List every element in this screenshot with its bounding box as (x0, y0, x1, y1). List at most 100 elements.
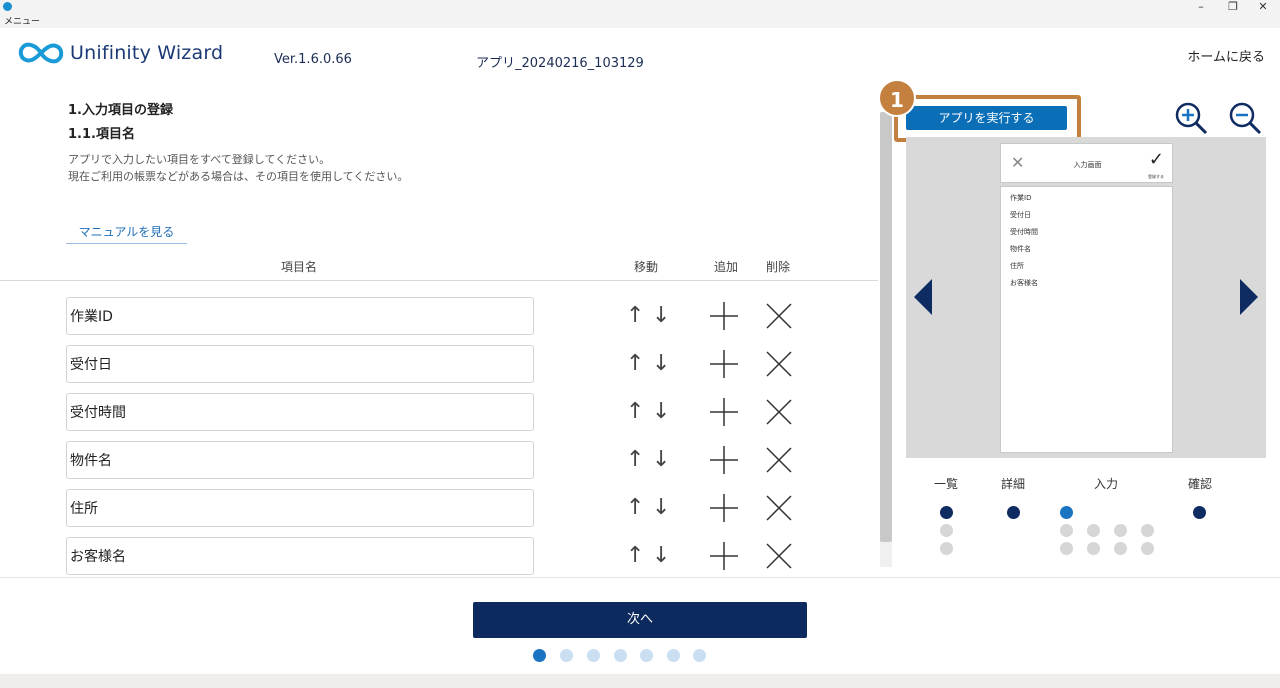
phone-check-label: 登録する (1148, 174, 1164, 179)
move-down-button[interactable]: ↓ (652, 303, 670, 329)
close-window-button[interactable]: ✕ (1248, 0, 1278, 14)
add-icon[interactable] (709, 349, 739, 379)
window-titlebar: メニュー – ❐ ✕ (0, 0, 1280, 28)
screen-dot[interactable] (940, 542, 953, 555)
screen-dot[interactable] (940, 506, 953, 519)
move-up-button[interactable]: ↑ (626, 399, 644, 425)
screen-dot[interactable] (1060, 506, 1073, 519)
column-header-name: 項目名 (281, 260, 318, 274)
move-up-button[interactable]: ↑ (626, 303, 644, 329)
phone-item: 受付時間 (1010, 228, 1038, 236)
move-down-button[interactable]: ↓ (652, 399, 670, 425)
brand: Unifinity Wizard (18, 40, 223, 66)
zoom-out-icon[interactable] (1228, 101, 1262, 135)
step-indicator-dot (587, 649, 600, 662)
move-down-button[interactable]: ↓ (652, 351, 670, 377)
run-app-button[interactable]: アプリを実行する (906, 106, 1067, 130)
screen-dot[interactable] (1114, 524, 1127, 537)
description-line: 現在ご利用の帳票などがある場合は、その項目を使用してください。 (68, 170, 409, 183)
next-button[interactable]: 次へ (473, 602, 807, 638)
phone-header: ✕ 入力画面 ✓ 登録する (1000, 143, 1173, 183)
move-up-button[interactable]: ↑ (626, 447, 644, 473)
preview-tab-confirm[interactable]: 確認 (1188, 475, 1212, 492)
phone-body: 作業ID 受付日 受付時間 物件名 住所 お客様名 (1000, 186, 1173, 453)
move-up-button[interactable]: ↑ (626, 495, 644, 521)
add-icon[interactable] (709, 493, 739, 523)
step-title: 1.入力項目の登録 (68, 103, 173, 118)
minimize-button[interactable]: – (1186, 0, 1216, 14)
phone-item: お客様名 (1010, 279, 1038, 287)
add-icon[interactable] (709, 541, 739, 571)
delete-icon[interactable] (764, 397, 794, 427)
delete-icon[interactable] (764, 445, 794, 475)
screen-dot[interactable] (1060, 542, 1073, 555)
step-indicator-dot (640, 649, 653, 662)
sub-title: 1.1.項目名 (68, 127, 135, 142)
add-icon[interactable] (709, 397, 739, 427)
step-indicator-dot (560, 649, 573, 662)
scrollbar-thumb[interactable] (880, 112, 892, 542)
window-title: メニュー (4, 17, 41, 27)
step-badge: 1 (878, 79, 916, 117)
version-label: Ver.1.6.0.66 (274, 52, 352, 67)
screen-dot[interactable] (940, 524, 953, 537)
list-item: ↑ ↓ (0, 441, 878, 481)
list-item: ↑ ↓ (0, 489, 878, 529)
screen-dot[interactable] (1193, 506, 1206, 519)
step-indicator-dot (693, 649, 706, 662)
preview-tab-list[interactable]: 一覧 (934, 475, 958, 492)
step-indicator-dot (614, 649, 627, 662)
item-name-input[interactable] (66, 537, 534, 575)
zoom-in-icon[interactable] (1174, 101, 1208, 135)
phone-item: 物件名 (1010, 245, 1031, 253)
description: アプリで入力したい項目をすべて登録してください。 現在ご利用の帳票などがある場合… (68, 151, 408, 185)
preview-tab-detail[interactable]: 詳細 (1001, 475, 1025, 492)
move-up-button[interactable]: ↑ (626, 351, 644, 377)
move-down-button[interactable]: ↓ (652, 447, 670, 473)
list-item: ↑ ↓ (0, 537, 878, 577)
home-link[interactable]: ホームに戻る (1187, 46, 1265, 65)
maximize-button[interactable]: ❐ (1218, 0, 1248, 14)
description-line: アプリで入力したい項目をすべて登録してください。 (68, 153, 331, 166)
column-header-move: 移動 (634, 260, 659, 274)
screen-dot[interactable] (1141, 542, 1154, 555)
delete-icon[interactable] (764, 541, 794, 571)
divider (0, 280, 878, 281)
scrollbar[interactable] (880, 112, 892, 567)
app-name-label: アプリ_20240216_103129 (476, 56, 644, 71)
preview-tab-input[interactable]: 入力 (1094, 475, 1118, 492)
preview-prev-icon[interactable] (912, 279, 934, 315)
phone-item: 受付日 (1010, 211, 1031, 219)
item-name-input[interactable] (66, 489, 534, 527)
manual-link[interactable]: マニュアルを見る (66, 222, 187, 244)
list-item: ↑ ↓ (0, 297, 878, 337)
item-name-input[interactable] (66, 297, 534, 335)
list-item: ↑ ↓ (0, 345, 878, 385)
screen-dot[interactable] (1007, 506, 1020, 519)
screen-dot[interactable] (1087, 524, 1100, 537)
move-down-button[interactable]: ↓ (652, 543, 670, 569)
step-indicator-dot (533, 649, 546, 662)
add-icon[interactable] (709, 445, 739, 475)
delete-icon[interactable] (764, 349, 794, 379)
phone-item: 作業ID (1010, 194, 1032, 202)
preview-next-icon[interactable] (1238, 279, 1260, 315)
bottom-strip (0, 674, 1280, 688)
brand-name: Unifinity Wizard (70, 42, 224, 64)
item-name-input[interactable] (66, 345, 534, 383)
item-name-input[interactable] (66, 441, 534, 479)
list-item: ↑ ↓ (0, 393, 878, 433)
move-down-button[interactable]: ↓ (652, 495, 670, 521)
app-logo-icon (3, 2, 12, 11)
screen-dot[interactable] (1060, 524, 1073, 537)
screen-dot[interactable] (1141, 524, 1154, 537)
unifinity-logo-icon (18, 42, 64, 64)
delete-icon[interactable] (764, 493, 794, 523)
move-up-button[interactable]: ↑ (626, 543, 644, 569)
delete-icon[interactable] (764, 301, 794, 331)
item-name-input[interactable] (66, 393, 534, 431)
add-icon[interactable] (709, 301, 739, 331)
screen-dot[interactable] (1114, 542, 1127, 555)
column-header-delete: 削除 (766, 260, 791, 274)
screen-dot[interactable] (1087, 542, 1100, 555)
